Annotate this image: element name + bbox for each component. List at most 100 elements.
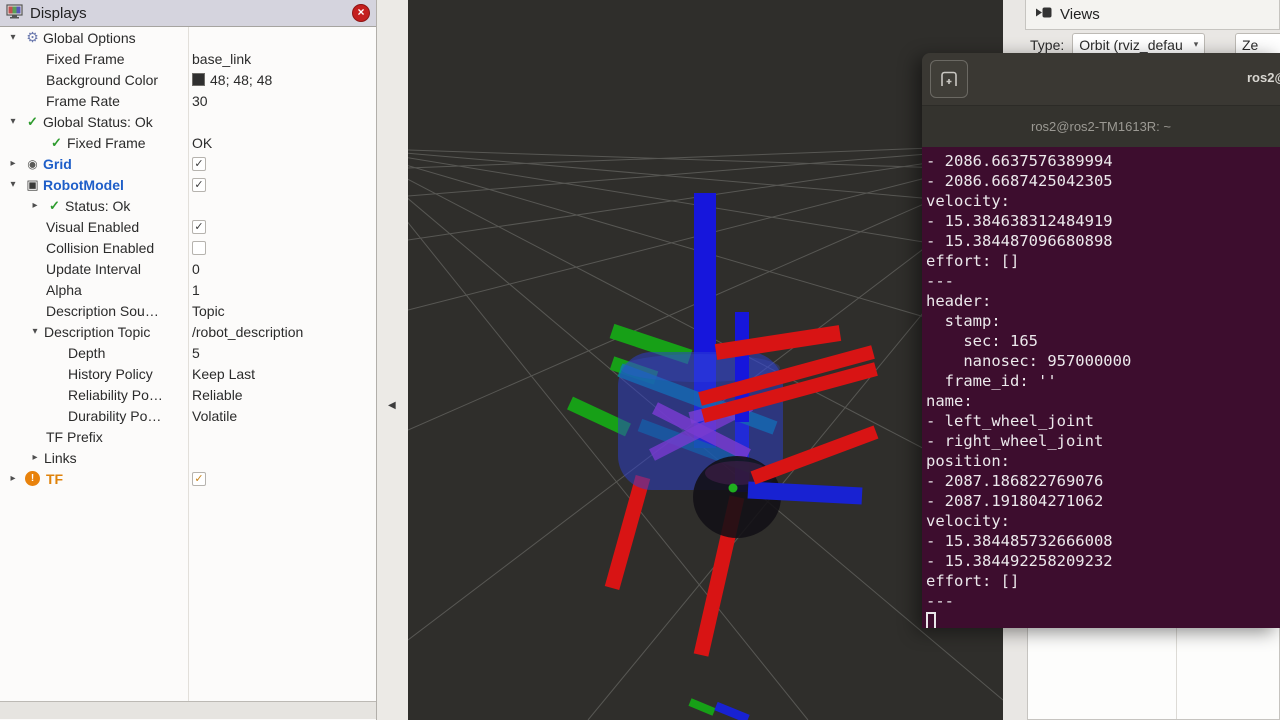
expand-arrow-icon[interactable]: ▾ — [26, 326, 44, 337]
terminal-output[interactable]: - 2086.6637576389994 - 2086.668742504230… — [922, 147, 1280, 628]
description-source-value[interactable]: Topic — [192, 300, 225, 321]
collapse-arrow-icon[interactable]: ▸ — [4, 473, 22, 484]
background-color-value: 48; 48; 48 — [210, 72, 272, 88]
views-panel-title: Views — [1060, 6, 1100, 23]
terminal-line: name: — [926, 391, 1280, 411]
tf-axis-caster-green — [690, 702, 714, 712]
visual-enabled-checkbox[interactable]: ✓ — [192, 220, 206, 234]
expand-arrow-icon[interactable]: ▾ — [4, 179, 22, 190]
collapse-arrow-icon[interactable]: ▸ — [26, 452, 44, 463]
robot-model-enabled-checkbox[interactable]: ✓ — [192, 178, 206, 192]
reliability-policy-value[interactable]: Reliable — [192, 384, 243, 405]
terminal-window-title: ros2@ros2-TM1613R: ~ — [1247, 70, 1280, 85]
update-interval-value[interactable]: 0 — [192, 258, 200, 279]
row-links[interactable]: ▸ Links — [0, 447, 376, 468]
row-depth[interactable]: Depth 5 — [0, 342, 376, 363]
3d-viewport-canvas[interactable] — [408, 0, 1003, 720]
terminal-line: - right_wheel_joint — [926, 431, 1280, 451]
warning-icon: ! — [25, 471, 40, 486]
panel-splitter[interactable]: ◀ — [377, 0, 408, 720]
terminal-line: nanosec: 957000000 — [926, 351, 1280, 371]
row-label: Durability Po… — [68, 408, 161, 424]
row-global-options[interactable]: ▾ ⚙ Global Options — [0, 27, 376, 48]
row-visual-enabled[interactable]: Visual Enabled ✓ — [0, 216, 376, 237]
depth-value[interactable]: 5 — [192, 342, 200, 363]
row-frame-rate[interactable]: Frame Rate 30 — [0, 90, 376, 111]
terminal-line: - 15.384638312484919 — [926, 211, 1280, 231]
expand-arrow-icon[interactable]: ▾ — [4, 32, 22, 43]
terminal-line: header: — [926, 291, 1280, 311]
row-grid-display[interactable]: ▸ ◉ Grid ✓ — [0, 153, 376, 174]
row-robot-model-status[interactable]: ▸ ✓ Status: Ok — [0, 195, 376, 216]
collapse-arrow-icon[interactable]: ▸ — [4, 158, 22, 169]
row-fixed-frame[interactable]: Fixed Frame base_link — [0, 48, 376, 69]
chevron-down-icon: ▾ — [1194, 39, 1199, 50]
row-label: Background Color — [46, 72, 158, 88]
row-collision-enabled[interactable]: Collision Enabled — [0, 237, 376, 258]
row-label: Global Options — [43, 30, 136, 46]
row-history-policy[interactable]: History Policy Keep Last — [0, 363, 376, 384]
terminal-line: velocity: — [926, 191, 1280, 211]
tf-enabled-checkbox[interactable]: ✓ — [192, 472, 206, 486]
description-topic-value[interactable]: /robot_description — [192, 321, 303, 342]
durability-policy-value[interactable]: Volatile — [192, 405, 237, 426]
row-label: RobotModel — [43, 177, 124, 193]
displays-panel-title: Displays — [30, 5, 87, 22]
terminal-line: frame_id: '' — [926, 371, 1280, 391]
row-robot-model-display[interactable]: ▾ ▣ RobotModel ✓ — [0, 174, 376, 195]
row-update-interval[interactable]: Update Interval 0 — [0, 258, 376, 279]
alpha-value[interactable]: 1 — [192, 279, 200, 300]
row-label: Frame Rate — [46, 93, 120, 109]
terminal-window[interactable]: ros2@ros2-TM1613R: ~ ros2@ros2-TM1613R: … — [922, 53, 1280, 628]
close-icon[interactable]: × — [352, 4, 370, 22]
tf-axis-x-1 — [716, 333, 840, 352]
terminal-line: - 2086.6687425042305 — [926, 171, 1280, 191]
eye-icon: ◉ — [22, 157, 43, 171]
history-policy-value[interactable]: Keep Last — [192, 363, 255, 384]
terminal-line: sec: 165 — [926, 331, 1280, 351]
terminal-line: velocity: — [926, 511, 1280, 531]
row-tf-prefix[interactable]: TF Prefix — [0, 426, 376, 447]
terminal-line: - 15.384492258209232 — [926, 551, 1280, 571]
terminal-cursor-line — [926, 611, 1280, 628]
grid-enabled-checkbox[interactable]: ✓ — [192, 157, 206, 171]
row-global-status[interactable]: ▾ ✓ Global Status: Ok — [0, 111, 376, 132]
row-label: Update Interval — [46, 261, 141, 277]
row-label: Status: Ok — [65, 198, 130, 214]
terminal-line: - 2087.191804271062 — [926, 491, 1280, 511]
collision-enabled-checkbox[interactable] — [192, 241, 206, 255]
row-description-source[interactable]: Description Sou… Topic — [0, 300, 376, 321]
row-tf-display[interactable]: ▸ ! TF ✓ — [0, 468, 376, 489]
new-tab-button[interactable] — [930, 60, 968, 98]
terminal-tab-bar[interactable]: ros2@ros2-TM1613R: ~ — [922, 105, 1280, 147]
terminal-tab-title[interactable]: ros2@ros2-TM1613R: ~ — [1031, 119, 1171, 134]
row-label: Description Sou… — [46, 303, 159, 319]
terminal-line: - left_wheel_joint — [926, 411, 1280, 431]
row-label: Alpha — [46, 282, 82, 298]
frame-rate-value[interactable]: 30 — [192, 90, 208, 111]
row-reliability-policy[interactable]: Reliability Po… Reliable — [0, 384, 376, 405]
collapse-arrow-icon[interactable]: ▸ — [26, 200, 44, 211]
terminal-cursor — [926, 612, 936, 628]
fixed-frame-value[interactable]: base_link — [192, 48, 251, 69]
row-global-status-fixed-frame[interactable]: ✓ Fixed Frame OK — [0, 132, 376, 153]
color-swatch — [192, 73, 205, 86]
terminal-titlebar[interactable]: ros2@ros2-TM1613R: ~ — [922, 53, 1280, 105]
displays-panel-icon — [6, 4, 23, 23]
row-label: TF — [46, 471, 63, 487]
panel-collapse-arrow-icon[interactable]: ◀ — [388, 400, 396, 411]
views-panel-titlebar[interactable]: Views — [1025, 0, 1280, 30]
row-alpha[interactable]: Alpha 1 — [0, 279, 376, 300]
status-ok-icon: ✓ — [44, 198, 65, 214]
row-label: Description Topic — [44, 324, 150, 340]
row-durability-policy[interactable]: Durability Po… Volatile — [0, 405, 376, 426]
row-description-topic[interactable]: ▾ Description Topic /robot_description — [0, 321, 376, 342]
row-background-color[interactable]: Background Color 48; 48; 48 — [0, 69, 376, 90]
tf-axis-x-down-1 — [612, 477, 643, 588]
row-label: Fixed Frame — [67, 135, 146, 151]
expand-arrow-icon[interactable]: ▾ — [4, 116, 22, 127]
3d-viewport[interactable] — [408, 0, 1003, 720]
terminal-line: --- — [926, 591, 1280, 611]
status-ok-icon: ✓ — [22, 114, 43, 130]
displays-panel-titlebar[interactable]: Displays × — [0, 0, 376, 27]
